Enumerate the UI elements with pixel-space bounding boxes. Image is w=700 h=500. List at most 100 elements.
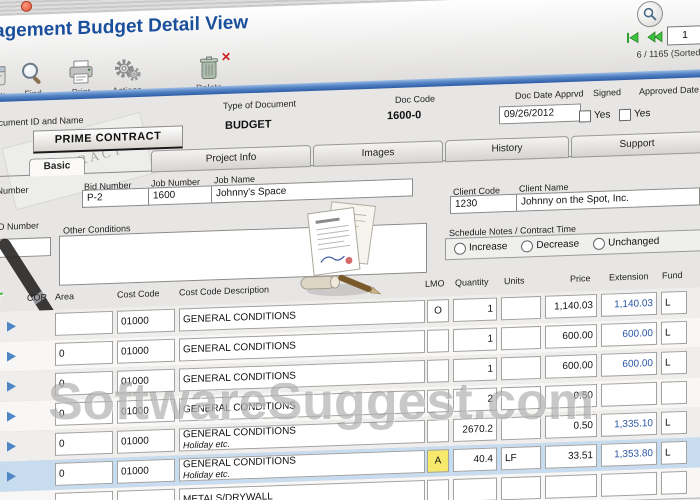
- doc-id-label: Document ID and Name: [0, 115, 84, 128]
- approved-date-label: Approved Date: [639, 84, 699, 96]
- previous-record-button[interactable]: [646, 29, 664, 44]
- row-expand-triangle[interactable]: [7, 471, 16, 481]
- screenshot-viewport: Management Budget Detail View: [0, 0, 700, 500]
- fund-cell[interactable]: L: [661, 411, 687, 435]
- decrease-radio[interactable]: [521, 240, 533, 252]
- apprvd-checkbox[interactable]: [579, 110, 591, 122]
- col-header-lmo: LMO: [425, 278, 445, 289]
- extension-cell: 600.00: [601, 322, 657, 347]
- price-cell[interactable]: 1,140.03: [545, 294, 597, 319]
- cost-code-cell[interactable]: 01000: [117, 309, 175, 334]
- description-cell[interactable]: GENERAL CONDITIONS Holiday etc.: [179, 450, 425, 482]
- add-row-icon[interactable]: +: [0, 284, 4, 305]
- first-record-button[interactable]: [625, 30, 643, 45]
- view-icon: [0, 64, 7, 89]
- cost-code-cell[interactable]: 01000: [117, 339, 175, 364]
- col-header-price: Price: [570, 273, 591, 284]
- first-record-icon: [626, 31, 642, 44]
- fund-cell[interactable]: [661, 381, 687, 405]
- fund-cell[interactable]: [661, 471, 687, 495]
- apprvd-checkbox-label: Yes: [594, 110, 610, 122]
- area-cell[interactable]: 0: [55, 431, 113, 456]
- row-expand-triangle[interactable]: [7, 321, 16, 331]
- description-cell[interactable]: GENERAL CONDITIONS: [179, 330, 425, 362]
- units-cell[interactable]: LF: [501, 446, 541, 470]
- lmo-cell[interactable]: [427, 479, 449, 500]
- signed-checkbox[interactable]: [619, 109, 631, 121]
- col-header-cor: COR: [27, 292, 47, 303]
- description-cell[interactable]: GENERAL CONDITIONS: [179, 300, 425, 332]
- lmo-cell[interactable]: A: [427, 449, 449, 473]
- area-cell[interactable]: [55, 311, 113, 336]
- delete-x-icon: ✕: [221, 50, 231, 64]
- col-header-description: Cost Code Description: [179, 284, 269, 297]
- type-of-document-value: BUDGET: [225, 118, 271, 132]
- apprvd-label: Apprvd: [555, 88, 584, 99]
- row-expand-triangle[interactable]: [7, 441, 16, 451]
- cost-code-cell[interactable]: [117, 489, 175, 500]
- delete-trash-icon: [197, 54, 221, 81]
- price-cell[interactable]: 33.51: [545, 444, 597, 469]
- increase-radio[interactable]: [454, 242, 466, 254]
- previous-record-icon: [647, 30, 663, 43]
- actions-gears-icon: [113, 57, 141, 84]
- window-close-button[interactable]: [21, 1, 32, 12]
- doc-code-label: Doc Code: [395, 94, 435, 105]
- increase-radio-label: Increase: [469, 241, 507, 253]
- col-header-quantity: Quantity: [455, 277, 489, 288]
- col-header-cost-code: Cost Code: [117, 288, 160, 299]
- fund-cell[interactable]: L: [661, 441, 687, 465]
- extension-cell: [601, 382, 657, 407]
- record-number-input[interactable]: [667, 25, 700, 45]
- row-expand-triangle[interactable]: [7, 381, 16, 391]
- cost-code-cell[interactable]: 01000: [117, 459, 175, 484]
- units-cell[interactable]: [501, 476, 541, 500]
- type-of-document-label: Type of Document: [223, 98, 296, 111]
- quantity-cell[interactable]: 1: [453, 327, 497, 352]
- col-header-extension: Extension: [609, 271, 649, 282]
- extension-cell: 1,353.80: [601, 442, 657, 467]
- col-header-area: Area: [55, 291, 74, 302]
- extension-cell: 600.00: [601, 352, 657, 377]
- price-cell[interactable]: [545, 474, 597, 499]
- fund-cell[interactable]: L: [661, 291, 687, 315]
- tab-project-info[interactable]: Project Info: [151, 145, 311, 173]
- softwaresuggest-watermark: SoftwareSuggest.com: [48, 372, 594, 432]
- signed-checkbox-group: Yes: [619, 105, 650, 124]
- cost-code-cell[interactable]: 01000: [117, 429, 175, 454]
- quantity-cell[interactable]: [453, 477, 497, 500]
- extension-cell: [601, 472, 657, 497]
- unchanged-radio-item[interactable]: Unchanged: [593, 233, 659, 253]
- unchanged-radio[interactable]: [593, 237, 605, 249]
- area-cell[interactable]: [55, 491, 113, 500]
- increase-radio-item[interactable]: Increase: [454, 238, 507, 258]
- doc-code-value: 1600-0: [387, 109, 421, 122]
- col-header-units: Units: [504, 275, 525, 286]
- lmo-cell[interactable]: [427, 329, 449, 353]
- area-cell[interactable]: 0: [55, 461, 113, 486]
- col-header-fund: Fund: [662, 270, 683, 281]
- row-expand-triangle[interactable]: [7, 351, 16, 361]
- lmo-cell[interactable]: O: [427, 299, 449, 323]
- area-cell[interactable]: 0: [55, 341, 113, 366]
- client-code-field[interactable]: 1230: [450, 194, 520, 214]
- bid-number-field[interactable]: P-2: [82, 188, 150, 208]
- price-cell[interactable]: 600.00: [545, 324, 597, 349]
- row-expand-triangle[interactable]: [7, 411, 16, 421]
- fund-cell[interactable]: L: [661, 351, 687, 375]
- tab-images[interactable]: Images: [313, 140, 443, 167]
- decrease-radio-item[interactable]: Decrease: [521, 236, 579, 256]
- signed-checkbox-label: Yes: [634, 108, 650, 120]
- tab-history[interactable]: History: [445, 136, 569, 162]
- tab-basic[interactable]: Basic: [29, 157, 85, 177]
- print-icon: [67, 58, 95, 85]
- decrease-radio-label: Decrease: [536, 239, 579, 251]
- units-cell[interactable]: [501, 326, 541, 350]
- fund-cell[interactable]: L: [661, 321, 687, 345]
- units-cell[interactable]: [501, 296, 541, 320]
- search-icon: [643, 7, 657, 21]
- quantity-cell[interactable]: 40.4: [453, 447, 497, 472]
- quantity-cell[interactable]: 1: [453, 297, 497, 322]
- doc-date-field[interactable]: 09/26/2012: [499, 104, 581, 125]
- tab-support[interactable]: Support: [571, 131, 700, 158]
